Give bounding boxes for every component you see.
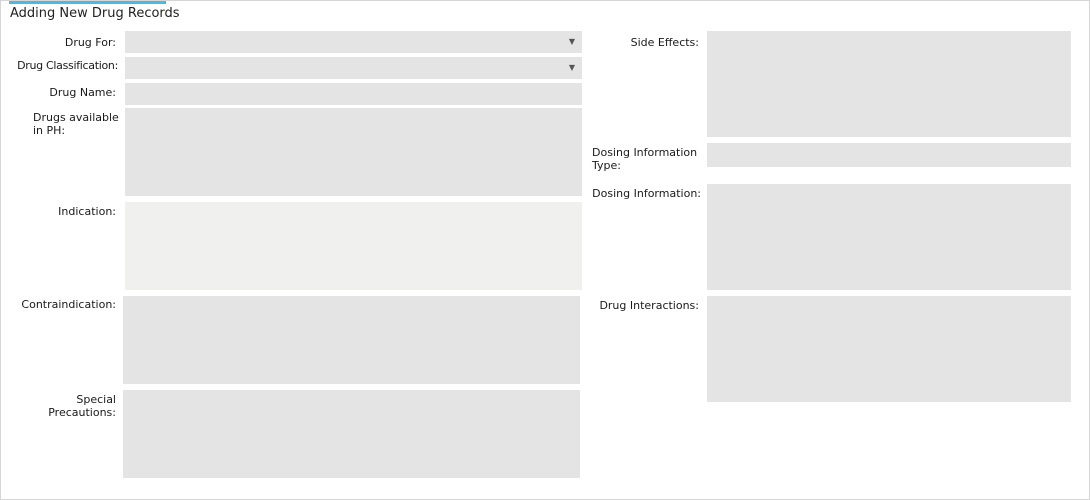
chevron-down-icon: ▼ bbox=[568, 63, 575, 72]
special-precautions-label: Special Precautions: bbox=[48, 393, 116, 419]
side-effects-textarea[interactable] bbox=[707, 31, 1071, 137]
page-title: Adding New Drug Records bbox=[10, 6, 180, 21]
side-effects-label: Side Effects: bbox=[630, 36, 699, 49]
indication-textarea[interactable] bbox=[125, 202, 582, 290]
special-precautions-textarea[interactable] bbox=[123, 390, 580, 478]
drug-for-label: Drug For: bbox=[64, 36, 116, 49]
drug-name-label: Drug Name: bbox=[49, 86, 116, 99]
drug-classification-select[interactable]: ▼ bbox=[125, 57, 582, 79]
chevron-down-icon: ▼ bbox=[568, 37, 575, 46]
drugs-available-label-line1: Drugs available bbox=[33, 111, 119, 124]
drug-interactions-label: Drug Interactions: bbox=[599, 299, 699, 312]
drugs-available-label-line2: in PH: bbox=[33, 124, 66, 137]
dosing-info-type-label-line2: Type: bbox=[592, 159, 621, 172]
drug-classification-label: Drug Classification: bbox=[17, 59, 118, 72]
drugs-available-textarea[interactable] bbox=[125, 108, 582, 196]
drugs-available-label: Drugs available in PH: bbox=[33, 111, 121, 137]
dosing-info-type-label-line1: Dosing Information bbox=[592, 146, 698, 159]
indication-label: Indication: bbox=[58, 205, 116, 218]
dosing-info-textarea[interactable] bbox=[707, 184, 1071, 290]
drug-interactions-textarea[interactable] bbox=[707, 296, 1071, 402]
contraindication-textarea[interactable] bbox=[123, 296, 580, 384]
drug-name-input[interactable] bbox=[125, 83, 582, 105]
dosing-info-type-input[interactable] bbox=[707, 143, 1071, 167]
dosing-info-type-label: Dosing Information Type: bbox=[592, 146, 702, 172]
dosing-info-label: Dosing Information: bbox=[592, 187, 701, 200]
contraindication-label: Contraindication: bbox=[21, 298, 116, 311]
drug-for-select[interactable]: ▼ bbox=[125, 31, 582, 53]
title-accent-bar bbox=[9, 1, 166, 4]
